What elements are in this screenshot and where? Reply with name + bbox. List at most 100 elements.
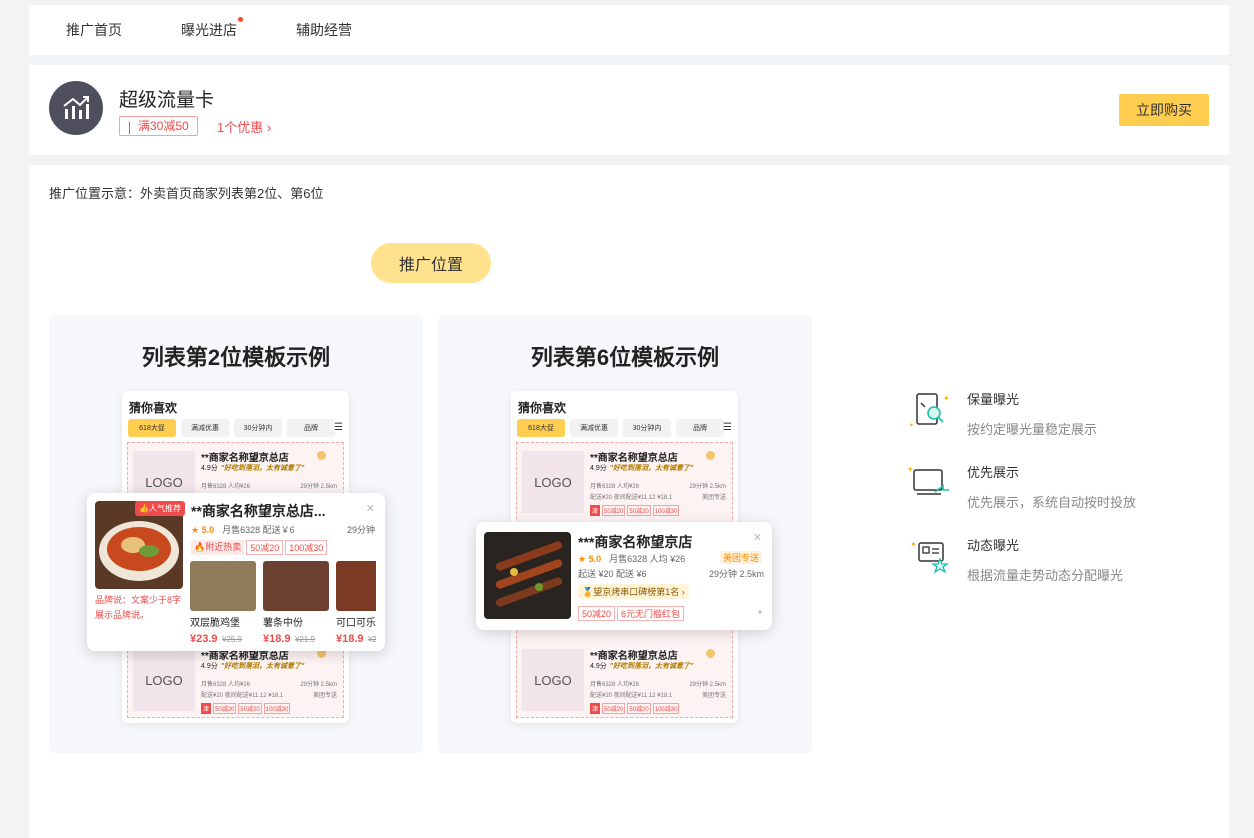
- feature-item: ✦ ✦ 保量曝光 按约定曝光量稳定展示: [907, 385, 1207, 458]
- store-delivery: 美团专送: [701, 693, 726, 699]
- filter-chip: 满减优惠: [181, 419, 229, 437]
- popup-time: 29分钟 2.5km: [708, 569, 764, 579]
- notification-dot: [238, 17, 243, 22]
- filter-chip: 618大促: [128, 419, 176, 437]
- store-item: LOGO **商家名称望京总店 4.9分 "好吃到落泪，太有诚意了" 月售6328…: [133, 643, 338, 715]
- phone-title: 猜你喜欢: [129, 401, 178, 415]
- store-distance: 29分钟 2.5km: [689, 682, 726, 688]
- tab-exposure-label: 曝光进店: [181, 22, 237, 38]
- popup-rating-line: ★ 5.0 月售6328 人均 ¥26: [578, 552, 685, 565]
- promoted-store-card[interactable]: ✕ ***商家名称望京店 ★ 5.0 月售6328 人均 ¥26 美团专送 起送 …: [476, 522, 772, 630]
- store-quote: "好吃到落泪，太有诚意了": [609, 465, 694, 472]
- store-fee: 配送¥20 夜间配送¥11.12 ¥18.1: [590, 495, 673, 501]
- store-tag: 50减20: [238, 703, 262, 714]
- filter-chip: 30分钟内: [623, 419, 671, 437]
- rating-value: 4.9分: [201, 663, 218, 670]
- tab-exposure[interactable]: 曝光进店: [181, 17, 243, 40]
- rank-label: 望京烤串口碑榜第1名 ›: [593, 587, 685, 597]
- store-distance: 29分钟 2.5km: [300, 682, 337, 688]
- dish-item[interactable]: 双层脆鸡堡 ¥23.9 ¥25.9: [190, 561, 256, 643]
- store-tag: 50减20: [627, 505, 651, 516]
- rating-value: 4.9分: [590, 465, 607, 472]
- dish-item[interactable]: 可口可乐 ¥18.9 ¥21.9: [336, 561, 376, 643]
- store-tag: 50减20: [213, 703, 237, 714]
- store-line: 配送¥20 夜间配送¥11.12 ¥18.1 美团专送: [590, 492, 726, 501]
- popup-score: 5.0: [201, 525, 215, 535]
- feature-title: 优先展示: [967, 465, 1020, 480]
- store-fee: 配送¥20 夜间配送¥11.12 ¥18.1: [201, 693, 284, 699]
- store-rating: 4.9分 "好吃到落泪，太有诚意了": [590, 463, 693, 473]
- store-tags: 津 50减20 50减20 100减30: [590, 505, 680, 516]
- store-item: LOGO **商家名称望京总店 4.9分 "好吃到落泪，太有诚意了" 月售6328…: [522, 445, 727, 517]
- popup-tag: 50减20: [578, 606, 616, 621]
- feature-title: 动态曝光: [967, 538, 1020, 553]
- close-icon[interactable]: ✕: [753, 531, 762, 544]
- dish-image: [263, 561, 329, 611]
- offer-link[interactable]: 1个优惠 ›: [217, 117, 271, 136]
- store-item: LOGO **商家名称望京总店 4.9分 "好吃到落泪，太有诚意了" 月售6328…: [522, 643, 727, 715]
- popup-sales: 月售6328 人均 ¥26: [609, 554, 686, 564]
- popup-rating-line: ★ 5.0 月售6328 配送￥6: [191, 523, 295, 536]
- food-image: [484, 532, 571, 619]
- feature-item: ✦ 优先展示 优先展示，系统自动按时投放: [907, 458, 1207, 531]
- store-tag: 100减30: [652, 505, 680, 516]
- buy-now-button[interactable]: 立即购买: [1119, 94, 1209, 126]
- delivery-badge: 美团专送: [719, 551, 762, 564]
- dish-price-line: ¥23.9 ¥25.9: [190, 629, 256, 643]
- store-tag: 50减20: [627, 703, 651, 714]
- dish-row: 双层脆鸡堡 ¥23.9 ¥25.9 薯条中份 ¥18.9 ¥21.9 可口可乐 …: [190, 561, 376, 643]
- dish-name: 可口可乐: [336, 618, 376, 629]
- popup-sales: 月售6328 配送￥6: [222, 525, 295, 535]
- template-panel-position-2: 列表第2位模板示例 猜你喜欢 618大促 满减优惠 30分钟内 品牌 ☰ LOG…: [49, 315, 423, 753]
- popup-tag: 50减20: [246, 540, 284, 555]
- tab-assist[interactable]: 辅助经营: [296, 20, 352, 40]
- filter-chip: 满减优惠: [570, 419, 618, 437]
- search-doc-icon: ✦ ✦: [907, 389, 951, 433]
- store-line: 月售6328 人均¥26 29分钟 2.5km: [590, 481, 726, 490]
- filter-chip: 618大促: [517, 419, 565, 437]
- store-name: **商家名称望京总店: [201, 453, 289, 464]
- close-icon[interactable]: ✕: [366, 502, 375, 515]
- store-logo: LOGO: [522, 451, 584, 513]
- store-rating: 4.9分 "好吃到落泪，太有诚意了": [201, 661, 304, 671]
- store-line: 配送¥20 夜间配送¥11.12 ¥18.1 美团专送: [590, 690, 726, 699]
- fire-icon: 🔥: [194, 542, 206, 552]
- store-name: **商家名称望京总店: [590, 651, 678, 662]
- store-tags: 津 50减20 50减20 100减30: [590, 703, 680, 714]
- feature-list: ✦ ✦ 保量曝光 按约定曝光量稳定展示 ✦ 优先展示 优先展示，系统自动按时投放: [907, 385, 1207, 604]
- tab-promo-home[interactable]: 推广首页: [66, 20, 122, 40]
- popup-tags: 50减20 6元无门槛红包: [578, 606, 686, 621]
- promoted-store-card[interactable]: ✕ 👍人气推荐 品牌说：文案少于8字展示品牌说。 **商家名称望京总店... ★…: [87, 493, 385, 651]
- feature-desc: 优先展示，系统自动按时投放: [967, 495, 1137, 510]
- store-distance: 29分钟 2.5km: [689, 484, 726, 490]
- dish-price: ¥18.9: [263, 633, 291, 643]
- chevron-down-icon[interactable]: ▾: [758, 608, 762, 617]
- dish-price: ¥23.9: [190, 633, 218, 643]
- popup-tag: 🔥附近热卖: [191, 540, 245, 555]
- store-line: 月售6328 人均¥26 29分钟 2.5km: [201, 481, 337, 490]
- phone-title: 猜你喜欢: [518, 401, 567, 415]
- store-tag: 50减20: [602, 505, 626, 516]
- dish-image: [190, 561, 256, 611]
- popup-time: 29分钟: [346, 525, 375, 535]
- store-tag: 50减20: [602, 703, 626, 714]
- store-fee: 配送¥20 夜间配送¥11.12 ¥18.1: [590, 693, 673, 699]
- store-tags: 津 50减20 50减20 100减30: [201, 703, 291, 714]
- store-sales: 月售6328 人均¥26: [590, 682, 640, 688]
- filter-chip: 30分钟内: [234, 419, 282, 437]
- store-tag: 100减30: [652, 703, 680, 714]
- store-distance: 29分钟 2.5km: [300, 484, 337, 490]
- popup-tags: 🔥附近热卖 50减20 100减30: [191, 540, 329, 555]
- badge-star-icon: ✦: [907, 535, 951, 579]
- dish-item[interactable]: 薯条中份 ¥18.9 ¥21.9: [263, 561, 329, 643]
- dish-image: [336, 561, 376, 611]
- brand-text: 品牌说：文案少于8字展示品牌说。: [95, 595, 182, 620]
- dish-old-price: ¥21.9: [367, 635, 376, 643]
- panel-title: 列表第6位模板示例: [530, 345, 720, 370]
- hot-badge-label: 人气推荐: [148, 504, 181, 513]
- store-line: 配送¥20 夜间配送¥11.12 ¥18.1 美团专送: [201, 690, 337, 699]
- popup-store-name: **商家名称望京总店...: [191, 503, 326, 519]
- store-quote: "好吃到落泪，太有诚意了": [220, 663, 305, 670]
- store-sales: 月售6328 人均¥26: [590, 484, 640, 490]
- rank-badge[interactable]: 🏅望京烤串口碑榜第1名 ›: [578, 584, 689, 599]
